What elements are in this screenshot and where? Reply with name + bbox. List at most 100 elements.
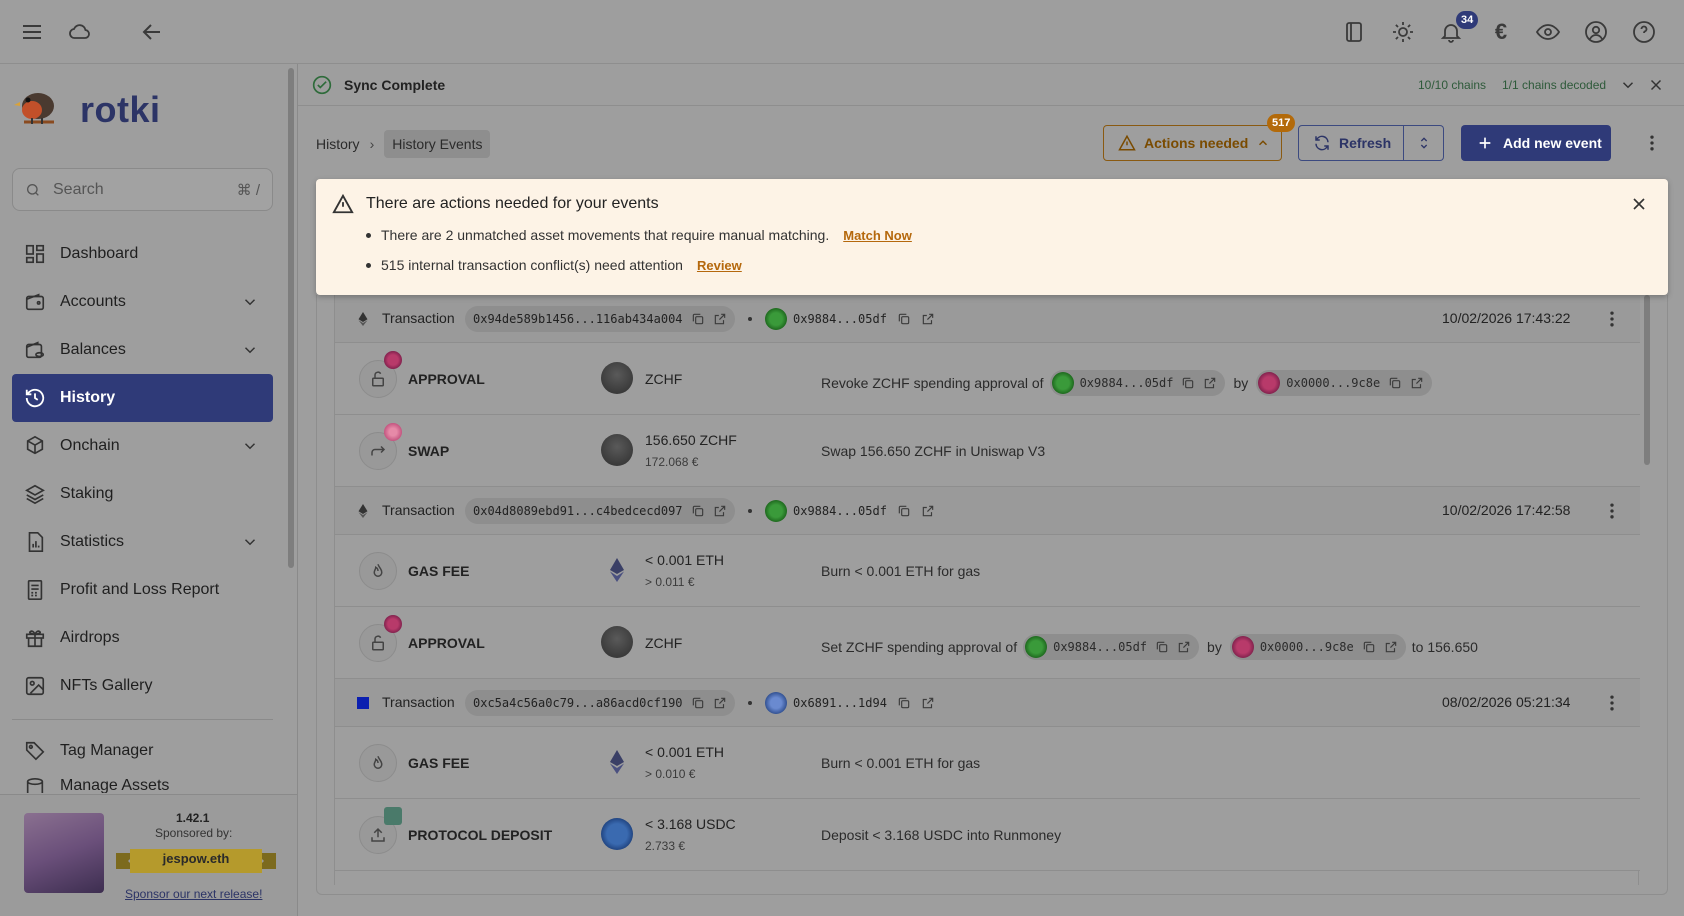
separator-dot <box>748 317 752 321</box>
tag-icon <box>25 741 45 761</box>
copy-icon[interactable] <box>897 696 911 710</box>
search-input[interactable]: Search ⌘ / <box>12 168 273 211</box>
copy-icon[interactable] <box>897 312 911 326</box>
sidebar-item-airdrops[interactable]: Airdrops <box>12 614 273 662</box>
breadcrumb-root[interactable]: History <box>316 136 360 152</box>
cloud-icon[interactable] <box>66 18 94 46</box>
chevron-down-icon[interactable] <box>1619 76 1637 94</box>
external-link-icon[interactable] <box>713 504 727 518</box>
event-row[interactable]: APPROVAL ZCHF Revoke ZCHF spending appro… <box>335 343 1640 415</box>
sponsor-link[interactable]: Sponsor our next release! <box>125 887 262 901</box>
description-text: Set ZCHF spending approval of <box>821 639 1018 655</box>
app-logo[interactable]: rotki <box>14 84 161 136</box>
close-icon[interactable] <box>1629 194 1649 214</box>
sidebar-item-dashboard[interactable]: Dashboard <box>12 230 273 278</box>
event-row[interactable]: SWAP 156.650 ZCHF 172.068 € Swap 156.650… <box>335 415 1640 487</box>
more-vertical-icon[interactable] <box>1602 501 1622 521</box>
more-vertical-icon[interactable] <box>1602 693 1622 713</box>
sidebar-item-label: Tag Manager <box>60 742 154 759</box>
copy-icon[interactable] <box>1155 640 1169 654</box>
copy-icon[interactable] <box>1388 376 1402 390</box>
counterparty-icon <box>384 615 402 633</box>
review-link[interactable]: Review <box>697 258 742 273</box>
copy-icon[interactable] <box>691 504 705 518</box>
external-link-icon[interactable] <box>713 312 727 326</box>
transaction-row: Transaction 0x04d8089ebd91...c4bedcecd09… <box>335 487 1640 535</box>
external-link-icon[interactable] <box>921 504 935 518</box>
sidebar-item-statistics[interactable]: Statistics <box>12 518 273 566</box>
sidebar-item-onchain[interactable]: Onchain <box>12 422 273 470</box>
sidebar-scrollbar[interactable] <box>288 68 294 568</box>
transaction-address: 0x9884...05df <box>765 500 935 522</box>
events-scrollbar[interactable] <box>1644 295 1650 465</box>
description-text: by <box>1233 375 1249 391</box>
external-link-icon[interactable] <box>1410 376 1424 390</box>
sidebar-item-profit-loss-report[interactable]: Profit and Loss Report <box>12 566 273 614</box>
refresh-icon <box>1315 135 1329 151</box>
theme-sun-icon[interactable] <box>1389 18 1417 46</box>
check-circle-icon <box>312 75 332 95</box>
asset-amount: < 0.001 ETH <box>645 552 724 568</box>
transaction-timestamp: 10/02/2026 17:42:58 <box>1442 502 1571 518</box>
actions-needed-button[interactable]: Actions needed <box>1103 125 1282 161</box>
bullet <box>366 262 371 268</box>
copy-icon[interactable] <box>1362 640 1376 654</box>
refresh-options-button[interactable] <box>1404 125 1444 161</box>
zchf-asset-icon <box>601 626 633 658</box>
external-link-icon[interactable] <box>1177 640 1191 654</box>
copy-icon[interactable] <box>897 504 911 518</box>
sidebar-item-staking[interactable]: Staking <box>12 470 273 518</box>
transaction-address: 0x6891...1d94 <box>765 692 935 714</box>
user-account-icon[interactable] <box>1582 18 1610 46</box>
sponsor-panel: 1.42.1 Sponsored by: jespow.eth Sponsor … <box>0 794 297 916</box>
sidebar-item-nfts-gallery[interactable]: NFTs Gallery <box>12 662 273 710</box>
sidebar-item-balances[interactable]: Balances <box>12 326 273 374</box>
copy-icon[interactable] <box>691 696 705 710</box>
transaction-hash-text: 0x94de589b1456...116ab434a004 <box>473 312 683 326</box>
notes-icon[interactable] <box>1340 18 1368 46</box>
sidebar-item-tag-manager[interactable]: Tag Manager <box>12 727 273 775</box>
refresh-label: Refresh <box>1339 135 1392 151</box>
refresh-button[interactable]: Refresh <box>1298 125 1404 161</box>
flame-icon <box>359 552 397 590</box>
report-icon <box>27 580 43 600</box>
external-link-icon[interactable] <box>1203 376 1217 390</box>
sidebar-item-accounts[interactable]: Accounts <box>12 278 273 326</box>
event-row[interactable]: PROTOCOL DEPOSIT < 3.168 USDC 2.733 € De… <box>335 799 1640 871</box>
external-link-icon[interactable] <box>1384 640 1398 654</box>
alert-item-text: There are 2 unmatched asset movements th… <box>381 227 830 243</box>
external-link-icon[interactable] <box>921 696 935 710</box>
close-icon[interactable] <box>1647 76 1665 94</box>
description-text: Burn < 0.001 ETH for gas <box>821 563 981 579</box>
external-link-icon[interactable] <box>921 312 935 326</box>
copy-icon[interactable] <box>1181 376 1195 390</box>
more-vertical-icon[interactable] <box>1642 132 1662 154</box>
privacy-eye-icon[interactable] <box>1534 18 1562 46</box>
eth-asset-icon <box>610 558 624 582</box>
address-chip: 0x0000...9c8e <box>1256 370 1433 396</box>
sidebar-item-manage-assets[interactable]: Manage Assets <box>12 775 273 793</box>
help-icon[interactable] <box>1630 18 1658 46</box>
external-link-icon[interactable] <box>713 696 727 710</box>
event-row[interactable]: GAS FEE < 0.001 ETH > 0.011 € Burn < 0.0… <box>335 535 1640 607</box>
sidebar-item-label: History <box>60 389 116 406</box>
transaction-timestamp: 08/02/2026 05:21:34 <box>1442 694 1571 710</box>
event-type: GAS FEE <box>408 755 470 771</box>
more-vertical-icon[interactable] <box>1602 309 1622 329</box>
address-avatar <box>765 500 787 522</box>
sidebar-item-label: Dashboard <box>60 245 139 262</box>
event-row[interactable]: APPROVAL ZCHF Set ZCHF spending approval… <box>335 607 1640 679</box>
counterparty-icon <box>384 351 402 369</box>
add-new-event-button[interactable]: Add new event <box>1461 125 1611 161</box>
back-arrow-icon[interactable] <box>138 18 166 46</box>
copy-icon[interactable] <box>691 312 705 326</box>
event-row[interactable]: GAS FEE < 0.001 ETH > 0.010 € Burn < 0.0… <box>335 727 1640 799</box>
currency-euro-icon[interactable]: € <box>1487 18 1515 46</box>
menu-icon[interactable] <box>18 18 46 46</box>
sidebar-item-history[interactable]: History <box>12 374 273 422</box>
app-version: 1.42.1 <box>176 811 210 825</box>
transaction-hash: 0x04d8089ebd91...c4bedcecd097 <box>465 498 735 524</box>
breadcrumb: History › History Events <box>316 130 491 158</box>
match-now-link[interactable]: Match Now <box>843 228 912 243</box>
sidebar-divider <box>12 719 273 720</box>
